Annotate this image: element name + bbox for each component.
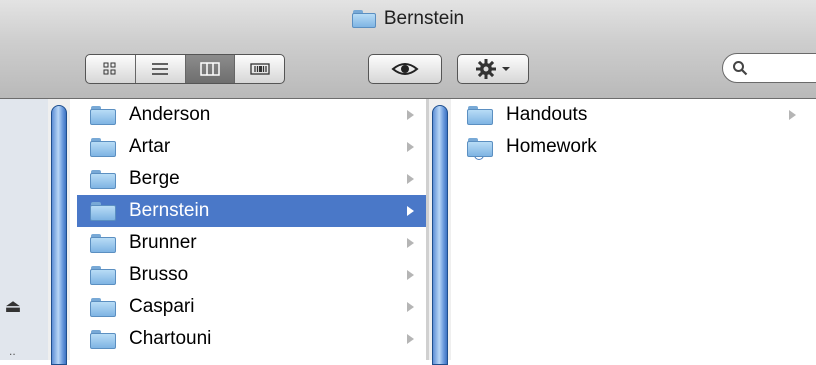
list-item[interactable]: + Homework [454, 131, 816, 163]
item-label: Berge [129, 168, 180, 189]
folder-icon [90, 329, 116, 349]
sidebar: ⏏ .. [0, 99, 48, 360]
folder-icon [351, 10, 376, 28]
list-item-selected[interactable]: Bernstein [77, 195, 426, 227]
browser-column-2: Handouts + Homework [454, 99, 816, 360]
toolbar: Bernstein [0, 0, 816, 99]
item-label: Brusso [129, 264, 189, 285]
list-item[interactable]: Berge [77, 163, 426, 195]
action-menu-button[interactable] [457, 54, 529, 84]
folder-icon [90, 233, 116, 253]
list-icon [152, 63, 169, 75]
item-label: Artar [129, 136, 171, 157]
disclosure-arrow-icon [407, 174, 414, 184]
eject-icon[interactable]: ⏏ [0, 296, 26, 317]
list-item[interactable]: Handouts [454, 99, 816, 131]
search-field[interactable] [722, 53, 816, 83]
disclosure-arrow-icon [407, 334, 414, 344]
disclosure-arrow-icon [407, 206, 414, 216]
item-label: Bernstein [129, 200, 210, 221]
folder-icon [90, 265, 116, 285]
sidebar-more-text: .. [9, 344, 16, 358]
item-label: Caspari [129, 296, 195, 317]
browser-column-1: Anderson Artar Berge Bernstein Brunner B… [77, 99, 426, 360]
column2-scrollbar[interactable] [429, 99, 451, 365]
folder-icon [90, 201, 116, 221]
coverflow-view-button[interactable] [235, 55, 284, 83]
list-item[interactable]: Brunner [77, 227, 426, 259]
gear-icon [476, 59, 496, 79]
disclosure-arrow-icon [789, 110, 796, 120]
item-label: Homework [506, 136, 597, 157]
folder-icon [90, 105, 116, 125]
chevron-down-icon [502, 67, 510, 71]
column1-scrollbar[interactable] [48, 99, 70, 365]
disclosure-arrow-icon [407, 110, 414, 120]
dropbox-folder-icon: + [467, 137, 493, 160]
disclosure-arrow-icon [407, 302, 414, 312]
coverflow-icon [249, 63, 270, 75]
item-label: Anderson [129, 104, 211, 125]
folder-icon [90, 297, 116, 317]
disclosure-arrow-icon [407, 142, 414, 152]
list-item[interactable]: Brusso [77, 259, 426, 291]
column-divider[interactable] [426, 99, 429, 360]
list-item[interactable]: Caspari [77, 291, 426, 323]
folder-icon [467, 105, 493, 125]
icon-view-button[interactable] [86, 55, 136, 83]
disclosure-arrow-icon [407, 238, 414, 248]
magnifier-icon [733, 61, 748, 76]
grid-icon [103, 62, 116, 75]
list-item[interactable]: Artar [77, 131, 426, 163]
view-mode-control [85, 54, 285, 84]
folder-icon [90, 137, 116, 157]
item-label: Chartouni [129, 328, 212, 349]
window-title-bar: Bernstein [0, 8, 816, 33]
column1-scroll-thumb[interactable] [51, 105, 67, 365]
item-label: Brunner [129, 232, 197, 253]
column-view-button[interactable] [185, 55, 236, 83]
item-label: Handouts [506, 104, 588, 125]
quick-look-button[interactable] [368, 54, 442, 84]
folder-icon [90, 169, 116, 189]
eye-icon [391, 63, 419, 75]
window-title: Bernstein [383, 8, 465, 29]
column2-scroll-thumb[interactable] [432, 105, 448, 365]
disclosure-arrow-icon [407, 270, 414, 280]
columns-icon [200, 62, 220, 76]
list-view-button[interactable] [136, 55, 186, 83]
list-item[interactable]: Chartouni [77, 323, 426, 355]
list-item[interactable]: Anderson [77, 99, 426, 131]
dropbox-badge-icon: + [474, 149, 484, 160]
